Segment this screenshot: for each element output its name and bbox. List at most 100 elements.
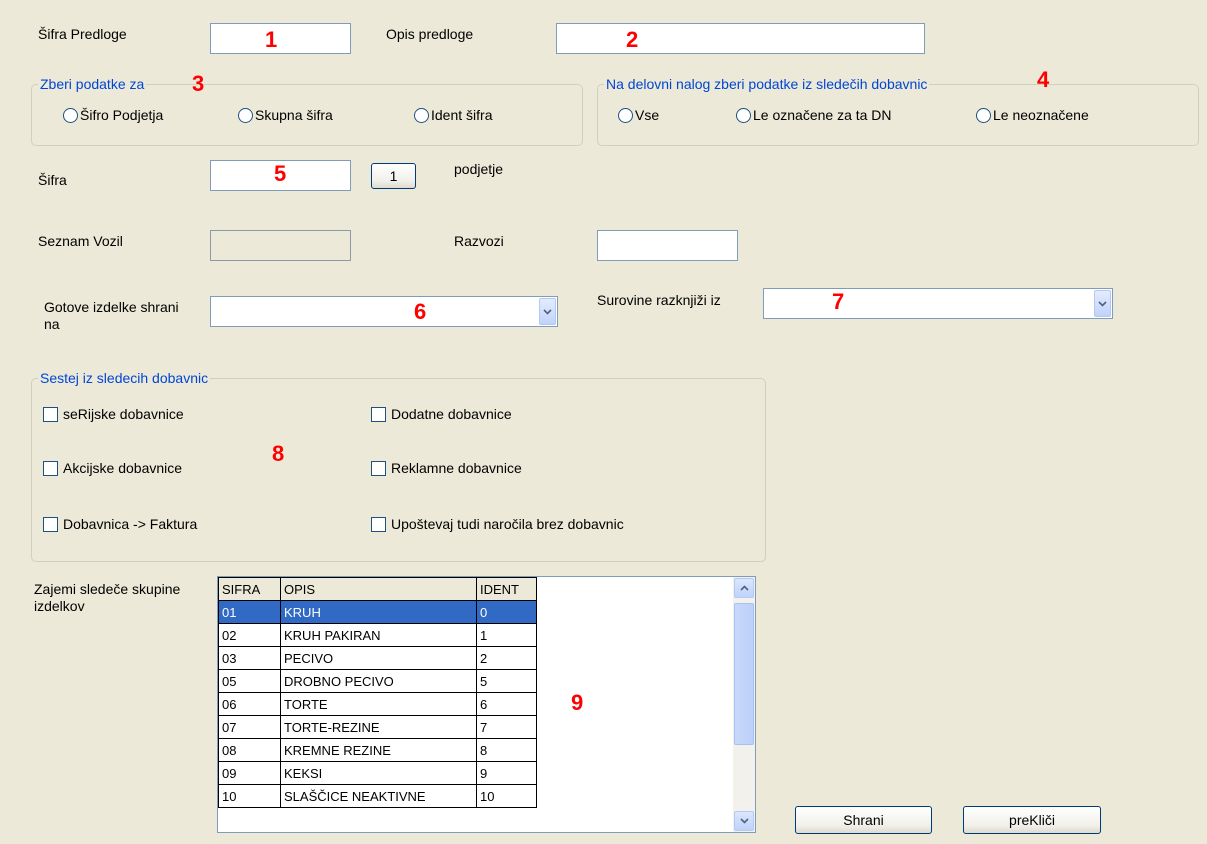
radio-circle-icon (414, 107, 429, 123)
sifra-predloge-input[interactable] (210, 23, 351, 54)
zberi-podatke-legend: Zberi podatke za (40, 76, 145, 92)
table-row[interactable]: 10 SLAŠČICE NEAKTIVNE 10 (218, 784, 537, 808)
save-button[interactable]: Shrani (795, 806, 932, 834)
zajemi-label: Zajemi sledeče skupine izdelkov (34, 581, 181, 614)
marker-8: 8 (272, 441, 285, 466)
seznam-vozil-input (210, 230, 351, 261)
skupine-grid[interactable]: SIFRA OPIS IDENT 01 KRUH 0 02 KRUH PAKIRAN 1 0… (217, 576, 756, 833)
cell-ident: 9 (476, 761, 537, 785)
marker-5: 5 (274, 161, 287, 186)
radio-vse[interactable]: Vse (618, 107, 659, 123)
sifra-label: Šifra (38, 172, 67, 188)
checkbox-akcijske[interactable]: Akcijske dobavnice (43, 460, 182, 476)
cell-opis: KREMNE REZINE (280, 738, 477, 762)
radio-skupna-sifra[interactable]: Skupna šifra (238, 107, 333, 123)
skupine-table: SIFRA OPIS IDENT 01 KRUH 0 02 KRUH PAKIRAN 1 0… (218, 577, 537, 808)
podjetje-label: podjetje (454, 161, 504, 177)
radio-circle-icon (63, 107, 78, 123)
marker-4: 4 (1037, 67, 1050, 92)
radio-le-neoznacene[interactable]: Le neoznačene (976, 107, 1089, 123)
cancel-button[interactable]: preKliči (963, 806, 1101, 834)
gotove-izdelke-label: Gotove izdelke shrani na (44, 299, 179, 332)
radio-label: Vse (635, 107, 660, 123)
radio-circle-icon (238, 107, 253, 123)
scroll-thumb[interactable] (734, 603, 754, 745)
cell-sifra: 08 (218, 738, 281, 762)
radio-circle-icon (618, 107, 633, 123)
checkbox-label: Akcijske dobavnice (63, 460, 183, 476)
cell-opis: PECIVO (280, 646, 477, 670)
razvozi-label: Razvozi (454, 233, 504, 249)
delovni-nalog-legend: Na delovni nalog zberi podatke iz sledeč… (606, 76, 928, 92)
checkbox-icon (371, 406, 386, 422)
scroll-down-icon[interactable] (734, 811, 754, 831)
radio-label: Šifro Podjetja (80, 107, 164, 123)
surovine-select[interactable] (763, 288, 1113, 319)
table-row[interactable]: 01 KRUH 0 (218, 600, 537, 624)
radio-circle-icon (976, 107, 991, 123)
surovine-label: Surovine razknjiži iz (597, 292, 721, 308)
cell-sifra: 09 (218, 761, 281, 785)
grid-scrollbar[interactable] (733, 577, 755, 832)
chevron-down-icon[interactable] (1094, 290, 1111, 317)
sifra-predloge-label: Šifra Predloge (38, 26, 127, 42)
cell-sifra: 02 (218, 623, 281, 647)
checkbox-icon (371, 460, 386, 476)
sifra-lookup-button[interactable]: 1 (371, 163, 416, 189)
cell-opis: KRUH PAKIRAN (280, 623, 477, 647)
column-header-sifra[interactable]: SIFRA (218, 577, 281, 601)
checkbox-icon (371, 516, 386, 532)
template-form: Šifra Predloge 1 Opis predloge 2 Zberi p… (0, 0, 1207, 844)
seznam-vozil-label: Seznam Vozil (38, 233, 123, 249)
column-header-opis[interactable]: OPIS (280, 577, 477, 601)
table-body: 01 KRUH 0 02 KRUH PAKIRAN 1 03 PECIVO 2 05 DROBNO … (218, 600, 537, 808)
radio-le-oznacene[interactable]: Le označene za ta DN (736, 107, 892, 123)
radio-circle-icon (736, 107, 751, 123)
cell-ident: 10 (476, 784, 537, 808)
table-row[interactable]: 02 KRUH PAKIRAN 1 (218, 623, 537, 647)
opis-predloge-input[interactable] (556, 23, 925, 54)
cell-ident: 2 (476, 646, 537, 670)
cell-ident: 5 (476, 669, 537, 693)
cell-ident: 8 (476, 738, 537, 762)
checkbox-label: seRijske dobavnice (63, 406, 184, 422)
table-row[interactable]: 09 KEKSI 9 (218, 761, 537, 785)
cell-sifra: 01 (218, 600, 281, 624)
gotove-izdelke-select[interactable] (210, 296, 558, 327)
table-row[interactable]: 07 TORTE-REZINE 7 (218, 715, 537, 739)
radio-ident-sifra[interactable]: Ident šifra (414, 107, 492, 123)
checkbox-icon (43, 406, 58, 422)
table-row[interactable]: 05 DROBNO PECIVO 5 (218, 669, 537, 693)
cell-ident: 1 (476, 623, 537, 647)
radio-label: Le neoznačene (993, 107, 1089, 123)
cell-opis: SLAŠČICE NEAKTIVNE (280, 784, 477, 808)
checkbox-reklamne[interactable]: Reklamne dobavnice (371, 460, 522, 476)
cell-ident: 6 (476, 692, 537, 716)
marker-1: 1 (265, 27, 278, 52)
table-row[interactable]: 08 KREMNE REZINE 8 (218, 738, 537, 762)
cell-sifra: 06 (218, 692, 281, 716)
table-row[interactable]: 06 TORTE 6 (218, 692, 537, 716)
cell-opis: TORTE-REZINE (280, 715, 477, 739)
column-header-ident[interactable]: IDENT (476, 577, 537, 601)
marker-7: 7 (832, 289, 845, 314)
table-row[interactable]: 03 PECIVO 2 (218, 646, 537, 670)
radio-label: Ident šifra (431, 107, 493, 123)
marker-2: 2 (626, 27, 639, 52)
checkbox-dodatne[interactable]: Dodatne dobavnice (371, 406, 512, 422)
cell-sifra: 03 (218, 646, 281, 670)
marker-6: 6 (414, 299, 427, 324)
cell-sifra: 07 (218, 715, 281, 739)
checkbox-label: Dobavnica -> Faktura (63, 516, 198, 532)
razvozi-input[interactable] (597, 230, 738, 261)
checkbox-upostevaj-narocila[interactable]: Upoštevaj tudi naročila brez dobavnic (371, 516, 624, 532)
checkbox-serijske[interactable]: seRijske dobavnice (43, 406, 184, 422)
cell-opis: TORTE (280, 692, 477, 716)
chevron-down-icon[interactable] (539, 298, 556, 325)
sestej-legend: Sestej iz sledecih dobavnic (40, 370, 209, 386)
checkbox-dobavnica-faktura[interactable]: Dobavnica -> Faktura (43, 516, 197, 532)
radio-sifro-podjetja[interactable]: Šifro Podjetja (63, 107, 163, 123)
scroll-up-icon[interactable] (734, 578, 754, 598)
marker-3: 3 (192, 71, 205, 96)
cell-sifra: 10 (218, 784, 281, 808)
